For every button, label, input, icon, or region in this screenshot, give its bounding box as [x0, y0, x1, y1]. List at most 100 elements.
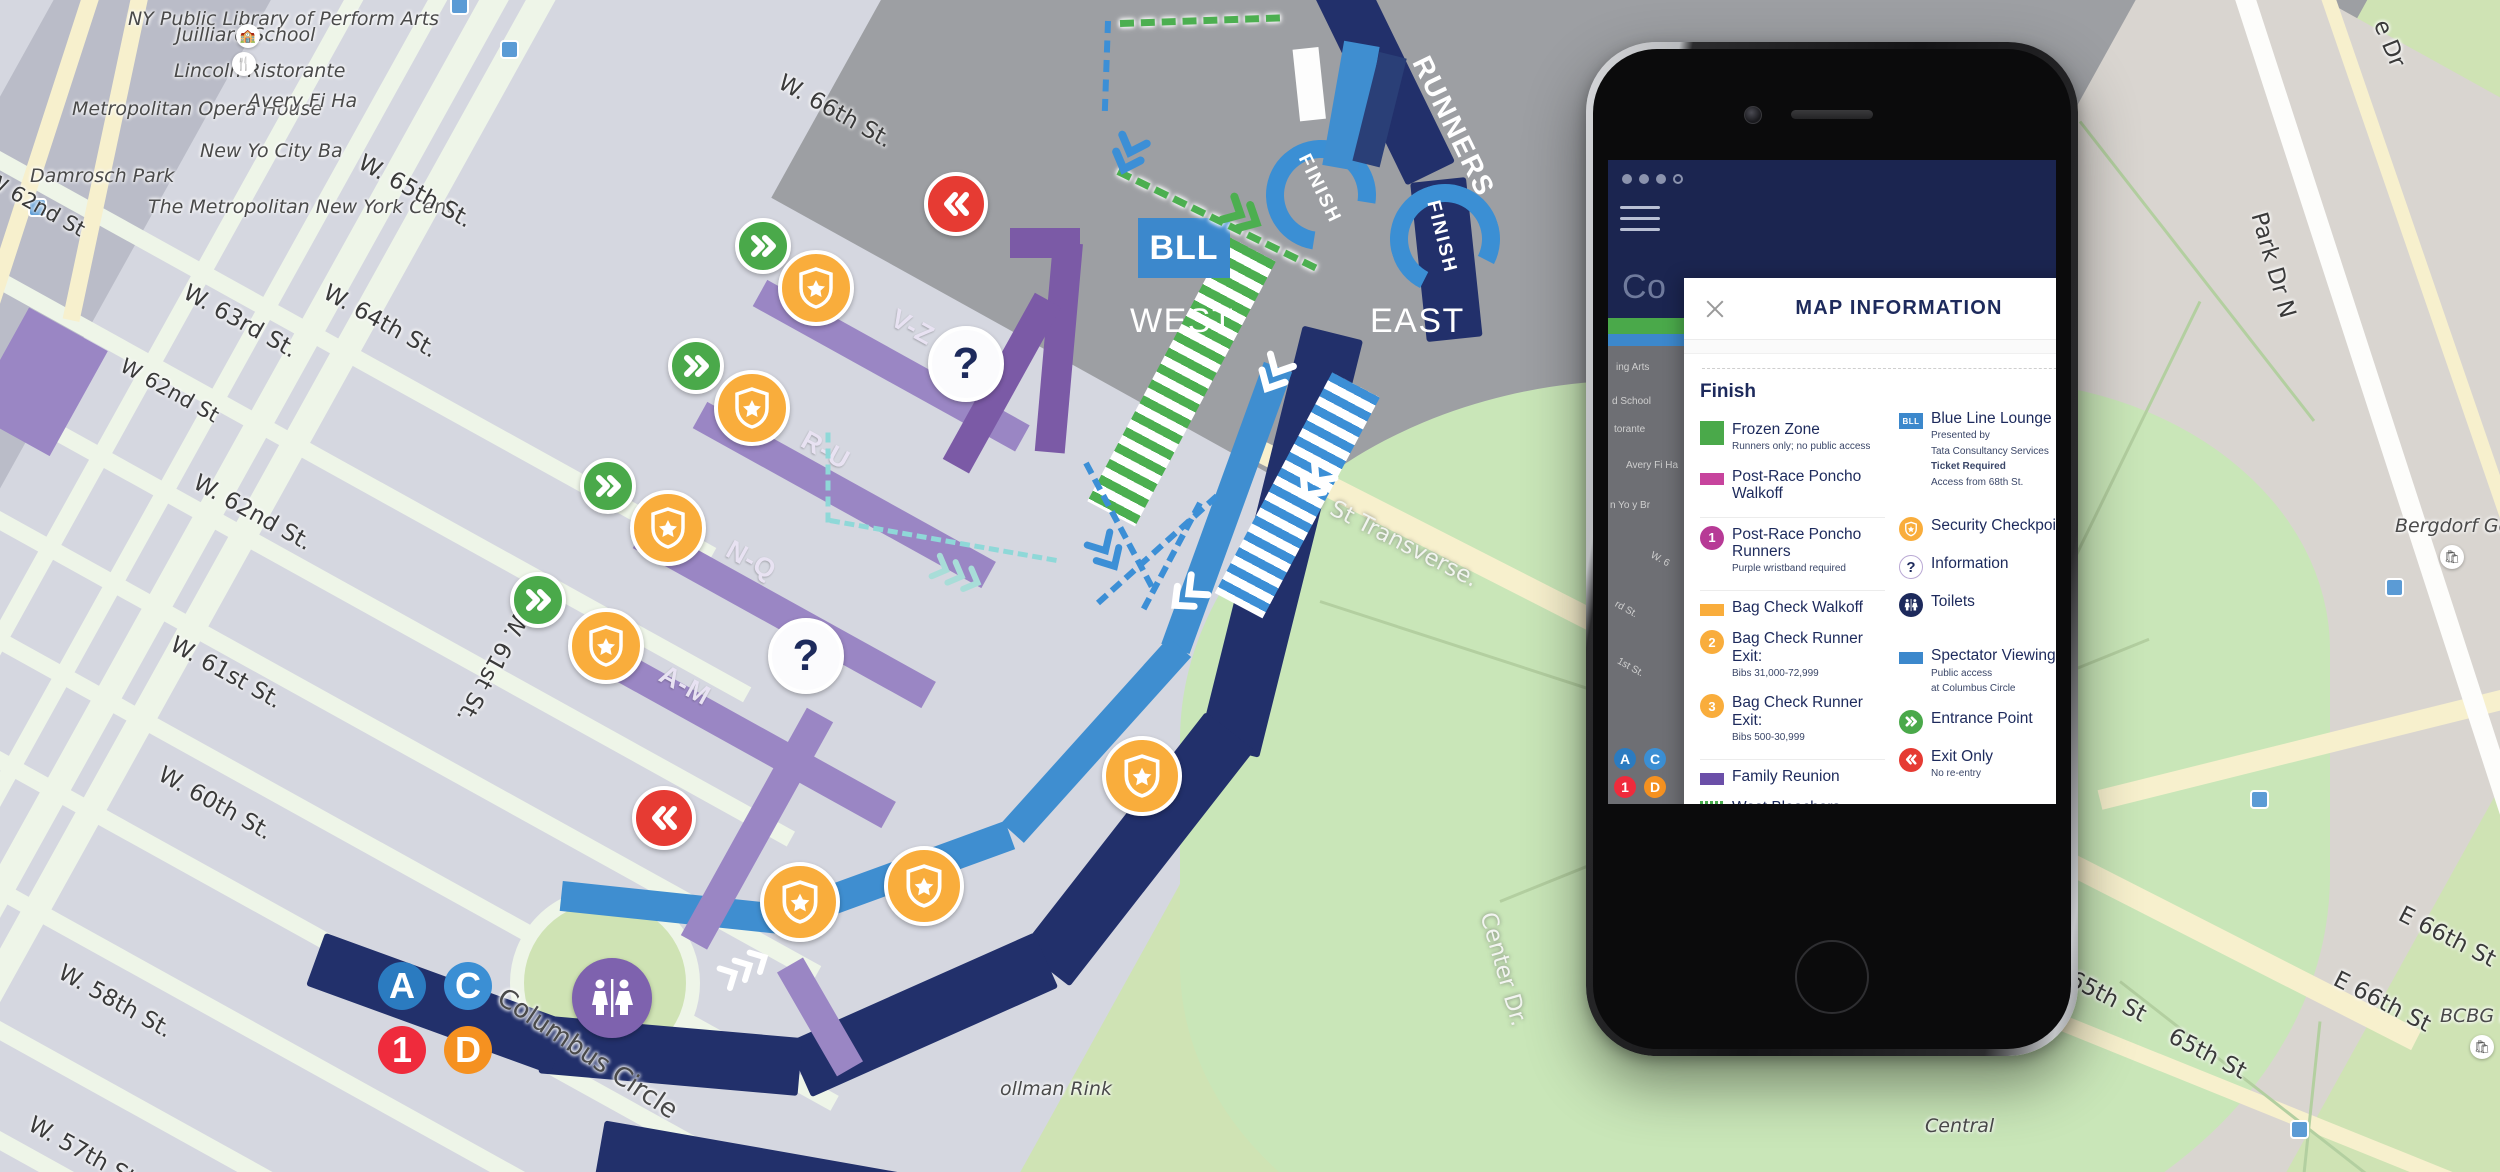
information-marker[interactable]: ? — [928, 326, 1004, 402]
home-button[interactable] — [1795, 940, 1869, 1014]
mini-map-label: Avery Fi Ha — [1626, 460, 1679, 471]
security-checkpoint-marker[interactable] — [884, 846, 964, 926]
legend-item-bag-check-exit-3[interactable]: 3 Bag Check Runner Exit: Bibs 500-30,999 — [1700, 694, 1885, 744]
mini-map-label: torante — [1614, 424, 1646, 435]
legend-item-label: Spectator Viewing — [1931, 647, 2056, 665]
legend-item-blue-line-lounge[interactable]: BLL Blue Line Lounge Presented by Tata C… — [1899, 410, 2056, 489]
mini-map-label: n Yo y Br — [1610, 500, 1651, 511]
legend-item-west-bleachers[interactable]: West Bleachers Ticket Required Access fr… — [1700, 799, 1885, 804]
east-label: EAST — [1370, 302, 1465, 340]
legend-section-heading: Finish — [1700, 381, 1756, 402]
entrance-point-marker[interactable] — [735, 218, 791, 274]
app-screen-title: Co — [1622, 268, 1667, 306]
right-column-spacer — [1899, 381, 2056, 410]
legend-item-bag-check-exit-2[interactable]: 2 Bag Check Runner Exit: Bibs 31,000-72,… — [1700, 630, 1885, 680]
map-information-panel: MAP INFORMATION Finish Frozen Zone Runne… — [1684, 278, 2056, 804]
legend-item-label: Bag Check Runner Exit: — [1732, 630, 1863, 665]
subway-bullet-1[interactable]: 1 — [378, 1026, 426, 1074]
bus-stop-icon — [2250, 790, 2269, 809]
legend-item-label: Blue Line Lounge — [1931, 410, 2052, 427]
legend-item-sublabel: Runners only; no public access — [1732, 441, 1871, 453]
legend-item-information[interactable]: ? Information — [1899, 555, 2056, 580]
entrance-point-marker[interactable] — [668, 338, 724, 394]
legend-item-label: Family Reunion — [1732, 767, 1840, 785]
legend-item-sublabel: No re-entry — [1931, 768, 1982, 780]
legend-item-sublabel: at Columbus Circle — [1931, 683, 2016, 695]
security-checkpoint-marker[interactable] — [714, 370, 790, 446]
bus-stop-icon — [450, 0, 469, 15]
legend-item-bag-check-walkoff[interactable]: Bag Check Walkoff — [1700, 599, 1885, 616]
entrance-point-marker[interactable] — [580, 458, 636, 514]
bll-swatch: BLL — [1899, 413, 1923, 429]
menu-icon[interactable] — [1620, 206, 1660, 239]
subway-bullet-d[interactable]: D — [444, 1026, 492, 1074]
entrance-point-marker[interactable] — [510, 572, 566, 628]
legend-item-family-reunion[interactable]: Family Reunion — [1700, 768, 1885, 785]
mini-map-label: 1st St. — [1615, 655, 1646, 680]
exit-only-marker[interactable] — [632, 786, 696, 850]
family-reunion-route — [1010, 228, 1080, 258]
security-badge-icon — [1899, 517, 1923, 542]
legend-item-sublabel: Bibs 500-30,999 — [1732, 732, 1805, 744]
exit-only-marker[interactable] — [924, 172, 988, 236]
bll-badge-map: BLL — [1138, 218, 1230, 278]
mini-map-label: d School — [1612, 396, 1651, 407]
poncho-walkoff-swatch — [1700, 472, 1724, 485]
legend-item-security-checkpoint[interactable]: Security Checkpoint — [1899, 517, 2056, 542]
front-camera-icon — [1744, 106, 1762, 124]
legend-item-poncho-runners[interactable]: 1 Post-Race Poncho Runners Purple wristb… — [1700, 525, 1885, 576]
legend-group: Family Reunion West Bleachers Ticket Req… — [1700, 760, 1885, 804]
legend-container: Finish Frozen Zone Runners only; no publ… — [1684, 369, 2056, 804]
security-checkpoint-marker[interactable] — [1102, 736, 1182, 816]
family-reunion-swatch — [1700, 772, 1724, 785]
legend-item-label: Post-Race Poncho Runners — [1732, 525, 1862, 560]
legend-item-poncho-walkoff[interactable]: Post-Race Poncho Walkoff — [1700, 468, 1885, 503]
legend-item-label: Frozen Zone — [1732, 421, 1820, 438]
exit-only-icon — [1899, 747, 1923, 772]
mini-map-label: W. 6 — [1648, 549, 1672, 570]
subway-bullet-c[interactable]: C — [444, 962, 492, 1010]
mini-subway-d: D — [1644, 776, 1666, 798]
mini-map-label: ing Arts — [1616, 362, 1650, 373]
bus-stop-icon — [500, 40, 519, 59]
legend-item-sponsor: Tata Consultancy Services — [1931, 445, 2049, 457]
legend-item-access-note: Access from 68th St. — [1931, 476, 2024, 488]
legend-item-label: Toilets — [1931, 593, 1975, 611]
legend-item-label: Security Checkpoint — [1931, 517, 2056, 535]
school-icon: 🏫 — [236, 24, 260, 48]
legend-item-label: Bag Check Walkoff — [1732, 598, 1863, 616]
security-checkpoint-marker[interactable] — [630, 490, 706, 566]
security-checkpoint-marker[interactable] — [568, 608, 644, 684]
bus-stop-icon — [2385, 578, 2404, 597]
legend-left-column: Finish Frozen Zone Runners only; no publ… — [1700, 381, 1885, 804]
legend-item-spectator-viewing[interactable]: Spectator Viewing Public access at Colum… — [1899, 647, 2056, 695]
legend-item-frozen-zone[interactable]: Frozen Zone Runners only; no public acce… — [1700, 421, 1885, 454]
walkway-guide-line — [825, 432, 831, 523]
panel-header: MAP INFORMATION — [1684, 278, 2056, 340]
panel-title: MAP INFORMATION — [1795, 297, 2003, 319]
security-checkpoint-marker[interactable] — [778, 250, 854, 326]
bus-stop-icon — [28, 198, 47, 217]
legend-right-column: BLL Blue Line Lounge Presented by Tata C… — [1899, 381, 2056, 804]
marathon-finish-map: NY Public Library of Perform Arts Juilli… — [0, 0, 2500, 1172]
subway-bullet-a[interactable]: A — [378, 962, 426, 1010]
legend-item-label: Bag Check Runner Exit: — [1732, 694, 1863, 729]
legend-item-exit-only[interactable]: Exit Only No re-entry — [1899, 747, 2056, 781]
legend-item-label: Information — [1931, 555, 2009, 573]
poncho-runners-badge: 1 — [1700, 525, 1724, 550]
mini-subway-c: C — [1644, 748, 1666, 770]
panel-subheader-strip — [1684, 340, 2056, 354]
toilets-marker[interactable] — [572, 958, 652, 1038]
bag-check-badge-3: 3 — [1700, 694, 1724, 719]
legend-item-entrance-point[interactable]: Entrance Point — [1899, 709, 2056, 734]
west-bleachers-swatch — [1700, 800, 1724, 804]
mini-subway-1: 1 — [1614, 776, 1636, 798]
security-checkpoint-marker[interactable] — [760, 862, 840, 942]
legend-item-label: Post-Race Poncho Walkoff — [1732, 467, 1862, 503]
legend-item-sublabel: Bibs 31,000-72,999 — [1732, 667, 1819, 679]
information-marker[interactable]: ? — [768, 618, 844, 694]
legend-item-label: West Bleachers — [1732, 799, 1885, 804]
legend-item-toilets[interactable]: Toilets — [1899, 593, 2056, 618]
close-icon[interactable] — [1704, 298, 1726, 320]
